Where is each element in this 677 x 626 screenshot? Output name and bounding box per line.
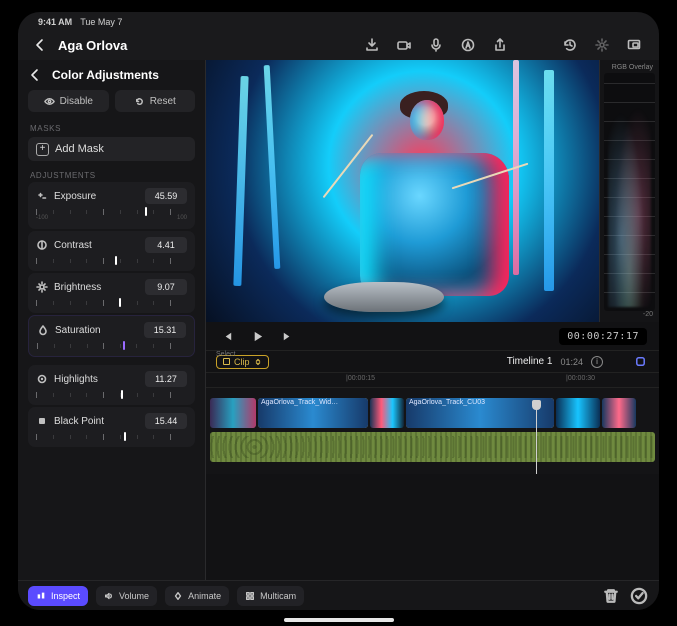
playhead[interactable] bbox=[536, 408, 537, 474]
status-time: 9:41 AM bbox=[38, 17, 72, 27]
saturation-value[interactable]: 15.31 bbox=[144, 322, 186, 338]
highlights-slider[interactable] bbox=[36, 392, 187, 397]
inspector-panel: Color Adjustments Disable Reset MASKS + … bbox=[18, 60, 206, 580]
timeline-clip[interactable] bbox=[370, 398, 404, 428]
scope-label: RGB Overlay bbox=[604, 64, 655, 73]
timeline-duration: 01:24 bbox=[560, 357, 583, 367]
brightness-icon bbox=[36, 281, 48, 293]
back-button[interactable] bbox=[32, 37, 48, 53]
mic-icon[interactable] bbox=[425, 34, 447, 56]
rgb-scope[interactable] bbox=[604, 73, 655, 311]
contrast-value[interactable]: 4.41 bbox=[145, 237, 187, 253]
video-preview[interactable] bbox=[206, 60, 599, 322]
prev-frame-button[interactable] bbox=[218, 327, 236, 345]
blackpoint-slider[interactable] bbox=[36, 434, 187, 439]
import-icon[interactable] bbox=[361, 34, 383, 56]
plus-icon: + bbox=[36, 143, 49, 156]
status-bar: 9:41 AM Tue May 7 bbox=[18, 12, 659, 30]
adjustment-brightness[interactable]: Brightness 9.07 bbox=[28, 273, 195, 313]
timeline-clip[interactable] bbox=[210, 398, 256, 428]
audio-track[interactable] bbox=[210, 432, 655, 462]
highlights-icon bbox=[36, 373, 48, 385]
play-button[interactable] bbox=[248, 327, 266, 345]
adjustment-blackpoint[interactable]: Black Point 15.44 bbox=[28, 407, 195, 447]
clip-icon bbox=[223, 358, 230, 365]
inspector-back-button[interactable] bbox=[28, 68, 42, 82]
animate-button[interactable]: Animate bbox=[165, 586, 229, 606]
volume-icon bbox=[104, 591, 114, 601]
adjustments-section-label: ADJUSTMENTS bbox=[18, 167, 205, 182]
scope-panel: RGB Overlay -20 bbox=[599, 60, 659, 322]
history-icon[interactable] bbox=[559, 34, 581, 56]
fullscreen-icon[interactable] bbox=[623, 34, 645, 56]
eye-icon bbox=[44, 96, 55, 107]
inspect-icon bbox=[36, 591, 46, 601]
inspect-button[interactable]: Inspect bbox=[28, 586, 88, 606]
timeline-clip-selected[interactable]: AgaOrlova_Track_Wid… bbox=[258, 398, 368, 428]
highlights-value[interactable]: 11.27 bbox=[145, 371, 187, 387]
adjustment-highlights[interactable]: Highlights 11.27 bbox=[28, 365, 195, 405]
brightness-slider[interactable] bbox=[36, 300, 187, 305]
timeline-tracks[interactable]: AgaOrlova_Track_Wid… AgaOrlova_Track_CU0… bbox=[206, 388, 659, 474]
adjustment-exposure[interactable]: Exposure 45.59 -100100 bbox=[28, 182, 195, 229]
bottom-toolbar: Inspect Volume Animate Multicam bbox=[18, 580, 659, 610]
settings-icon[interactable] bbox=[591, 34, 613, 56]
volume-button[interactable]: Volume bbox=[96, 586, 157, 606]
blackpoint-value[interactable]: 15.44 bbox=[145, 413, 187, 429]
multicam-icon bbox=[245, 591, 255, 601]
camera-icon[interactable] bbox=[393, 34, 415, 56]
masks-section-label: MASKS bbox=[18, 120, 205, 135]
transport-bar: 00:00:27:17 bbox=[206, 322, 659, 350]
saturation-icon bbox=[37, 324, 49, 336]
saturation-slider[interactable] bbox=[37, 343, 186, 348]
confirm-button[interactable] bbox=[629, 586, 649, 606]
status-date: Tue May 7 bbox=[80, 17, 122, 27]
reset-icon bbox=[134, 96, 145, 107]
exposure-value[interactable]: 45.59 bbox=[145, 188, 187, 204]
exposure-slider[interactable] bbox=[36, 209, 187, 214]
timeline-clip[interactable] bbox=[556, 398, 600, 428]
adjustment-contrast[interactable]: Contrast 4.41 bbox=[28, 231, 195, 271]
blackpoint-icon bbox=[36, 415, 48, 427]
text-style-icon[interactable] bbox=[457, 34, 479, 56]
inspector-title: Color Adjustments bbox=[52, 68, 159, 82]
contrast-icon bbox=[36, 239, 48, 251]
next-frame-button[interactable] bbox=[278, 327, 296, 345]
share-icon[interactable] bbox=[489, 34, 511, 56]
timeline-ruler[interactable]: |00:00:15 |00:00:30 bbox=[206, 372, 659, 388]
contrast-slider[interactable] bbox=[36, 258, 187, 263]
titlebar: Aga Orlova bbox=[18, 30, 659, 60]
add-mask-button[interactable]: + Add Mask bbox=[28, 137, 195, 161]
timeline-clip[interactable] bbox=[602, 398, 636, 428]
timeline-header: Select Clip Timeline 1 01:24 i bbox=[206, 350, 659, 372]
timecode-display[interactable]: 00:00:27:17 bbox=[559, 328, 647, 345]
multicam-button[interactable]: Multicam bbox=[237, 586, 304, 606]
timeline-name: Timeline 1 bbox=[507, 356, 553, 367]
timeline-info-button[interactable]: i bbox=[591, 356, 603, 368]
adjustment-saturation[interactable]: Saturation 15.31 bbox=[28, 315, 195, 357]
disable-button[interactable]: Disable bbox=[28, 90, 109, 112]
timeline-tool-icon[interactable] bbox=[631, 353, 649, 371]
brightness-value[interactable]: 9.07 bbox=[145, 279, 187, 295]
reset-button[interactable]: Reset bbox=[115, 90, 196, 112]
scope-bottom-value: -20 bbox=[604, 311, 655, 318]
chevron-updown-icon bbox=[254, 358, 262, 366]
animate-icon bbox=[173, 591, 183, 601]
project-title: Aga Orlova bbox=[58, 38, 127, 53]
exposure-icon bbox=[36, 190, 48, 202]
trash-button[interactable] bbox=[601, 586, 621, 606]
